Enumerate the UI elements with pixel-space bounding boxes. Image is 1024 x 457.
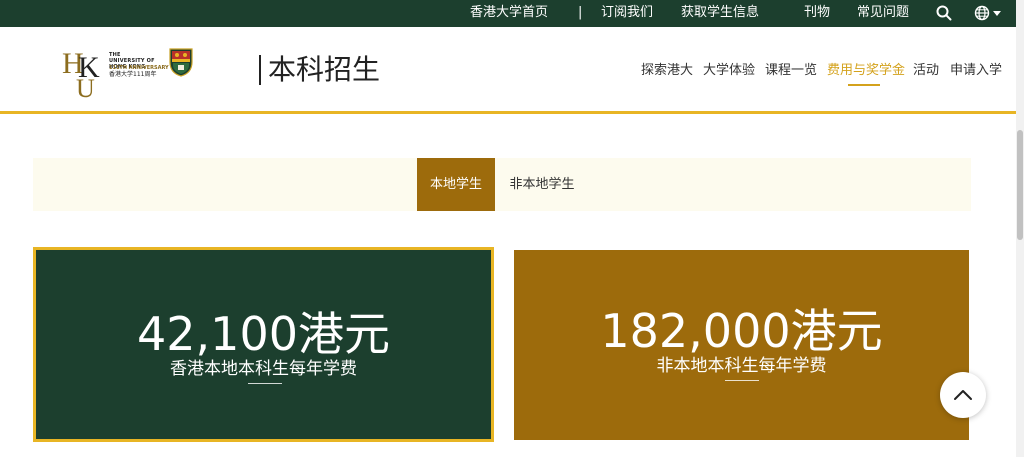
university-crest-icon [169,48,193,77]
hku-monogram-icon: H K U [62,47,100,99]
tab-local-students[interactable]: 本地学生 [417,158,495,211]
nav-item-explore-hku[interactable]: 探索港大 [641,62,693,80]
scrollbar-thumb[interactable] [1017,130,1023,240]
fee-amount-non-local: 182,000港元 [600,304,883,358]
svg-text:U: U [76,74,95,99]
fee-card-non-local: 182,000港元 非本地本科生每年学费 [514,250,969,440]
fee-caption-non-local: 非本地本科生每年学费 [656,356,827,376]
chevron-up-icon [954,390,972,400]
site-title[interactable]: 本科招生 [268,52,380,88]
fee-amount-local: 42,100港元 [137,307,390,361]
top-utility-bar: 香港大学首页 | 订阅我们 获取学生信息 刊物 常见问题 [0,0,1016,27]
nav-item-fees-scholarships[interactable]: 费用与奖学金 [827,62,905,80]
nav-item-programmes[interactable]: 课程一览 [765,62,817,80]
search-icon[interactable] [936,5,952,21]
nav-item-apply[interactable]: 申请入学 [950,62,1002,80]
globe-icon[interactable] [974,5,990,21]
chevron-down-icon[interactable] [993,11,1001,16]
topbar-link-publications[interactable]: 刊物 [804,4,830,22]
back-to-top-button[interactable] [940,372,986,418]
topbar-link-subscribe[interactable]: 订阅我们 [601,4,653,22]
page-scrollbar[interactable] [1016,0,1024,457]
fee-caption-local: 香港本地本科生每年学费 [170,359,357,379]
title-divider [259,55,261,85]
fee-divider-non-local [725,380,759,381]
fee-divider-local [248,383,282,384]
student-type-tabs: 本地学生 非本地学生 [33,158,971,211]
nav-item-events[interactable]: 活动 [913,62,939,80]
hku-logo[interactable]: H K U THE UNIVERSITY OF HONG KONG 111TH … [62,43,194,99]
active-nav-underline [848,84,880,86]
topbar-link-faq[interactable]: 常见问题 [857,4,909,22]
nav-item-university-experience[interactable]: 大学体验 [703,62,755,80]
topbar-link-student-info[interactable]: 获取学生信息 [681,4,759,22]
fee-card-local: 42,100港元 香港本地本科生每年学费 [33,247,494,442]
tab-non-local-students[interactable]: 非本地学生 [495,158,589,211]
topbar-link-hku-home[interactable]: 香港大学首页 [470,4,548,22]
site-header: H K U THE UNIVERSITY OF HONG KONG 111TH … [0,27,1016,114]
topbar-separator: | [578,5,583,20]
logo-university-cn: 香港大学111周年 [109,71,157,78]
